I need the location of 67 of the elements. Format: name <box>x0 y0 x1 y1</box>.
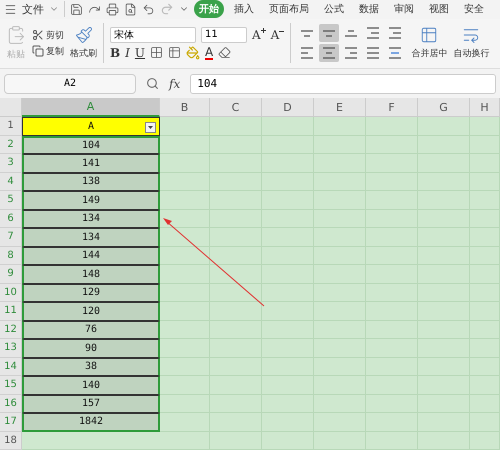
ribbon-tab[interactable]: 视图 <box>424 0 454 18</box>
ribbon-tab[interactable]: 安全 <box>459 0 489 18</box>
table-cell: 144 <box>22 246 160 265</box>
function-label[interactable]: fx <box>169 76 180 91</box>
ribbon-tab[interactable]: 公式 <box>319 0 349 18</box>
column-header[interactable]: G <box>418 98 470 117</box>
table-cell: 129 <box>22 284 160 302</box>
row-header[interactable]: 17 <box>0 413 22 432</box>
row-header[interactable]: 4 <box>0 172 22 191</box>
row-header[interactable]: 6 <box>0 210 22 228</box>
table-cell: 90 <box>22 339 160 358</box>
table-cell: 76 <box>22 320 160 339</box>
row-header[interactable]: 3 <box>0 154 22 172</box>
wrap-text-button[interactable]: 自动换行 <box>453 47 490 60</box>
table-cell: 148 <box>22 265 160 284</box>
format-painter-button[interactable]: 格式刷 <box>70 47 97 60</box>
column-header[interactable]: H <box>470 98 500 117</box>
underline-button[interactable]: U <box>134 46 146 60</box>
row-header[interactable]: 18 <box>0 432 22 450</box>
formula-input[interactable]: 104 <box>190 74 496 94</box>
table-cell: 157 <box>22 394 160 413</box>
table-cell: 104 <box>22 136 160 154</box>
file-menu[interactable]: 文件 <box>22 2 44 17</box>
merge-button[interactable]: 合并居中 <box>411 47 448 60</box>
name-box[interactable]: A2 <box>4 74 136 94</box>
shrink-font-button[interactable]: A <box>270 28 284 42</box>
copy-button[interactable]: 复制 <box>32 44 64 58</box>
ribbon-tab[interactable]: 数据 <box>354 0 384 18</box>
table-cell: 134 <box>22 210 160 228</box>
row-header[interactable]: 12 <box>0 320 22 339</box>
table-cell: 38 <box>22 358 160 376</box>
cut-button[interactable]: 剪切 <box>32 28 64 42</box>
font-color-button[interactable]: A <box>205 46 214 60</box>
grow-font-button[interactable]: A <box>252 28 266 42</box>
ribbon-tab[interactable]: 插入 <box>229 0 259 18</box>
row-header[interactable]: 2 <box>0 136 22 154</box>
table-cell: 120 <box>22 302 160 320</box>
row-header[interactable]: 10 <box>0 284 22 302</box>
italic-button[interactable]: I <box>125 46 130 60</box>
table-cell: 141 <box>22 154 160 172</box>
table-cell: 149 <box>22 191 160 210</box>
row-header[interactable]: 14 <box>0 358 22 376</box>
row-header[interactable]: 1 <box>0 117 22 136</box>
row-header[interactable]: 7 <box>0 228 22 246</box>
column-header[interactable]: B <box>160 98 210 117</box>
row-header[interactable]: 9 <box>0 265 22 284</box>
bold-button[interactable]: B <box>110 46 120 60</box>
ribbon-tab[interactable]: 页面布局 <box>264 0 314 18</box>
column-header[interactable]: F <box>366 98 418 117</box>
ribbon-tab[interactable]: 审阅 <box>389 0 419 18</box>
row-header[interactable]: 8 <box>0 246 22 265</box>
table-cell: 134 <box>22 228 160 246</box>
font-select[interactable]: 宋体 <box>110 26 196 43</box>
column-header[interactable]: E <box>314 98 366 117</box>
row-header[interactable]: 13 <box>0 339 22 358</box>
table-cell: 1842 <box>22 413 160 432</box>
row-header[interactable]: 11 <box>0 302 22 320</box>
row-header[interactable]: 15 <box>0 376 22 394</box>
table-cell: 140 <box>22 376 160 394</box>
column-header[interactable]: C <box>210 98 262 117</box>
row-header[interactable]: 16 <box>0 394 22 413</box>
header-cell: A <box>22 117 160 136</box>
table-cell: 138 <box>22 172 160 191</box>
row-header[interactable]: 5 <box>0 191 22 210</box>
column-header[interactable]: D <box>262 98 314 117</box>
ribbon-tab[interactable]: 开始 <box>194 0 224 18</box>
font-size-select[interactable]: 11 <box>201 26 247 43</box>
